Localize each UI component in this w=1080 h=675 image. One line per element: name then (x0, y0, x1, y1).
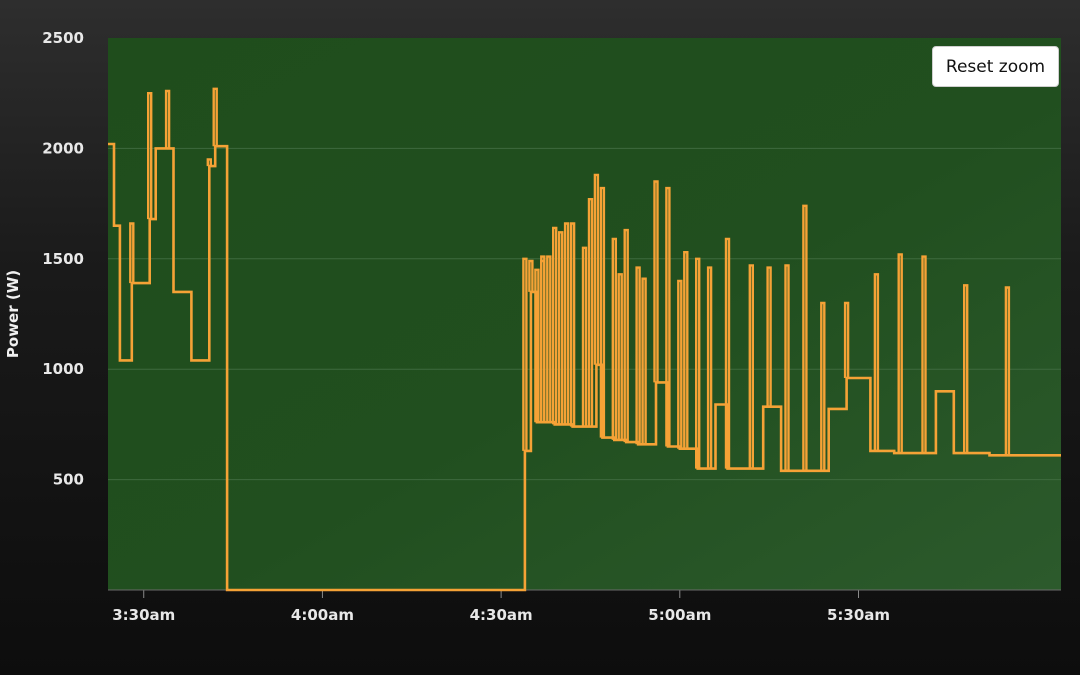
x-tick-label: 4:30am (470, 606, 533, 624)
reset-zoom-button[interactable]: Reset zoom (932, 46, 1059, 87)
x-axis-ticks: 3:30am 4:00am 4:30am 5:00am 5:30am (108, 589, 1061, 624)
plot-area[interactable] (108, 38, 1061, 590)
y-tick-label: 500 (53, 471, 84, 489)
y-axis-ticks: 500 1000 1500 2000 2500 (42, 29, 84, 489)
x-tick-label: 5:30am (827, 606, 890, 624)
x-tick-label: 4:00am (291, 606, 354, 624)
y-tick-label: 1500 (42, 250, 84, 268)
x-tick-label: 5:00am (648, 606, 711, 624)
y-axis-title: Power (W) (4, 270, 22, 358)
x-tick-label: 3:30am (112, 606, 175, 624)
y-tick-label: 2000 (42, 139, 84, 157)
chart-svg: 500 1000 1500 2000 2500 3:30am 4:00am 4:30am 5:… (4, 29, 1061, 624)
y-tick-label: 2500 (42, 29, 84, 47)
y-tick-label: 1000 (42, 360, 84, 378)
power-chart: 500 1000 1500 2000 2500 3:30am 4:00am 4:30am 5:… (0, 0, 1080, 675)
